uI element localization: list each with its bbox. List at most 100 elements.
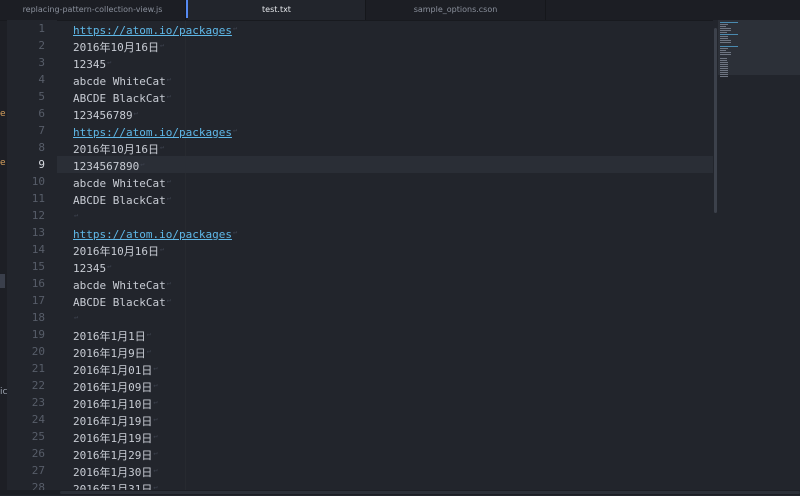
code-line[interactable]: abcde WhiteCat↵ bbox=[73, 275, 171, 292]
line-number[interactable]: 21 bbox=[7, 360, 45, 377]
eol-invisible-icon: ↵ bbox=[74, 313, 79, 321]
minimap-line bbox=[720, 74, 728, 75]
line-number[interactable]: 12 bbox=[7, 207, 45, 224]
eol-invisible-icon: ↵ bbox=[140, 160, 145, 168]
minimap-line bbox=[720, 58, 727, 59]
text-editor[interactable]: https://atom.io/packages↵ 2016年10月16日↵ 123… bbox=[57, 20, 713, 495]
tab-replacing-pattern-collection-view-js[interactable]: replacing-pattern-collection-view.js bbox=[0, 0, 186, 20]
url-link[interactable]: https://atom.io/packages bbox=[73, 126, 232, 139]
minimap-line bbox=[720, 36, 728, 37]
code-line[interactable]: 12345↵ bbox=[73, 54, 111, 71]
tree-view-fragment[interactable]: e bbox=[0, 158, 6, 168]
horizontal-scrollbar[interactable] bbox=[60, 491, 800, 494]
eol-invisible-icon: ↵ bbox=[133, 109, 138, 117]
code-line[interactable]: ↵ bbox=[73, 309, 78, 326]
line-number[interactable]: 26 bbox=[7, 445, 45, 462]
line-number[interactable]: 24 bbox=[7, 411, 45, 428]
eol-invisible-icon: ↵ bbox=[166, 296, 171, 304]
code-line[interactable]: 2016年1月1日↵ bbox=[73, 326, 151, 343]
cursor-line-highlight bbox=[57, 156, 713, 173]
eol-invisible-icon: ↵ bbox=[146, 330, 151, 338]
line-number[interactable]: 25 bbox=[7, 428, 45, 445]
eol-invisible-icon: ↵ bbox=[153, 449, 158, 457]
line-number[interactable]: 15 bbox=[7, 258, 45, 275]
code-line[interactable]: https://atom.io/packages↵ bbox=[73, 224, 237, 241]
eol-invisible-icon: ↵ bbox=[166, 177, 171, 185]
line-number[interactable]: 5 bbox=[7, 88, 45, 105]
line-number[interactable]: 22 bbox=[7, 377, 45, 394]
line-number[interactable]: 13 bbox=[7, 224, 45, 241]
line-text: 2016年1月1日 bbox=[73, 330, 146, 343]
minimap-line bbox=[720, 30, 731, 31]
line-number[interactable]: 3 bbox=[7, 54, 45, 71]
url-link[interactable]: https://atom.io/packages bbox=[73, 24, 232, 37]
eol-invisible-icon: ↵ bbox=[159, 143, 165, 151]
code-line[interactable]: 12345↵ bbox=[73, 258, 111, 275]
code-line[interactable]: ↵ bbox=[73, 207, 78, 224]
tab-test-txt[interactable]: test.txt bbox=[188, 0, 366, 20]
minimap-line bbox=[720, 70, 728, 71]
tab-sample-options-cson[interactable]: sample_options.cson bbox=[366, 0, 546, 20]
code-line[interactable]: ABCDE BlackCat↵ bbox=[73, 292, 171, 309]
eol-invisible-icon: ↵ bbox=[232, 24, 238, 32]
line-text: 2016年1月10日 bbox=[73, 398, 153, 411]
line-number[interactable]: 10 bbox=[7, 173, 45, 190]
tree-view-edge[interactable] bbox=[0, 20, 7, 495]
code-line[interactable]: 2016年10月16日↵ bbox=[73, 241, 164, 258]
line-number[interactable]: 20 bbox=[7, 343, 45, 360]
line-number[interactable]: 17 bbox=[7, 292, 45, 309]
code-line[interactable]: 2016年1月19日↵ bbox=[73, 428, 158, 445]
code-line[interactable]: 2016年1月09日↵ bbox=[73, 377, 158, 394]
minimap-line bbox=[720, 60, 727, 61]
line-text: abcde WhiteCat bbox=[73, 279, 166, 292]
eol-invisible-icon: ↵ bbox=[232, 228, 238, 236]
code-line[interactable]: 2016年1月30日↵ bbox=[73, 462, 158, 479]
line-number[interactable]: 19 bbox=[7, 326, 45, 343]
code-line[interactable]: abcde WhiteCat↵ bbox=[73, 173, 171, 190]
eol-invisible-icon: ↵ bbox=[166, 279, 171, 287]
line-number[interactable]: 27 bbox=[7, 462, 45, 479]
line-number[interactable]: 7 bbox=[7, 122, 45, 139]
code-line[interactable]: https://atom.io/packages↵ bbox=[73, 122, 237, 139]
line-text: 2016年1月30日 bbox=[73, 466, 153, 479]
code-line[interactable]: https://atom.io/packages↵ bbox=[73, 20, 237, 37]
minimap-line bbox=[720, 72, 728, 73]
eol-invisible-icon: ↵ bbox=[153, 415, 158, 423]
scrollbar-thumb[interactable] bbox=[714, 28, 717, 213]
line-number[interactable]: 9 bbox=[7, 156, 45, 173]
minimap[interactable] bbox=[718, 20, 800, 495]
code-line[interactable]: abcde WhiteCat↵ bbox=[73, 71, 171, 88]
line-number[interactable]: 8 bbox=[7, 139, 45, 156]
line-number[interactable]: 2 bbox=[7, 37, 45, 54]
minimap-line bbox=[720, 46, 738, 47]
eol-invisible-icon: ↵ bbox=[153, 398, 158, 406]
code-line[interactable]: 2016年1月9日↵ bbox=[73, 343, 151, 360]
line-number[interactable]: 6 bbox=[7, 105, 45, 122]
tree-view-fragment[interactable]: e bbox=[0, 109, 6, 119]
minimap-line bbox=[720, 52, 731, 53]
code-line[interactable]: ABCDE BlackCat↵ bbox=[73, 190, 171, 207]
line-number[interactable]: 4 bbox=[7, 71, 45, 88]
code-line[interactable]: 2016年10月16日↵ bbox=[73, 139, 164, 156]
code-line[interactable]: ABCDE BlackCat↵ bbox=[73, 88, 171, 105]
url-link[interactable]: https://atom.io/packages bbox=[73, 228, 232, 241]
code-line[interactable]: 2016年10月16日↵ bbox=[73, 37, 164, 54]
line-number[interactable]: 1 bbox=[7, 20, 45, 37]
line-text: abcde WhiteCat bbox=[73, 75, 166, 88]
line-number[interactable]: 16 bbox=[7, 275, 45, 292]
line-number[interactable]: 14 bbox=[7, 241, 45, 258]
code-line[interactable]: 1234567890↵ bbox=[73, 156, 144, 173]
line-number[interactable]: 11 bbox=[7, 190, 45, 207]
code-line[interactable]: 123456789↵ bbox=[73, 105, 138, 122]
code-line[interactable]: 2016年1月29日↵ bbox=[73, 445, 158, 462]
line-text: 1234567890 bbox=[73, 160, 140, 173]
minimap-line bbox=[720, 64, 728, 65]
line-number-gutter[interactable]: 1 2 3 4 5 6 7 8 9 10 11 12 13 14 15 16 17 18 19 20 21 22 23 24 2… bbox=[7, 20, 57, 495]
line-number[interactable]: 18 bbox=[7, 309, 45, 326]
code-line[interactable]: 2016年1月01日↵ bbox=[73, 360, 158, 377]
line-number[interactable]: 23 bbox=[7, 394, 45, 411]
eol-invisible-icon: ↵ bbox=[153, 432, 158, 440]
code-line[interactable]: 2016年1月19日↵ bbox=[73, 411, 158, 428]
indent-guide bbox=[185, 20, 186, 495]
code-line[interactable]: 2016年1月10日↵ bbox=[73, 394, 158, 411]
